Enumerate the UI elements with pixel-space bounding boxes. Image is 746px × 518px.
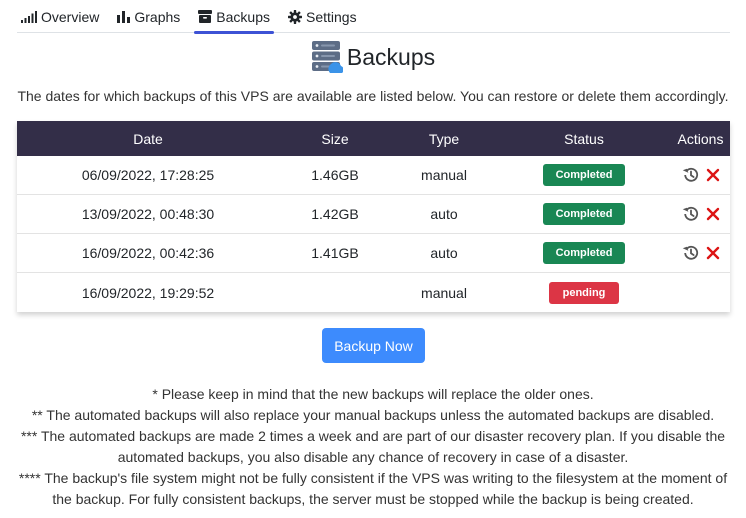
status-badge: Completed: [542, 242, 626, 264]
restore-icon[interactable]: [682, 205, 700, 223]
backup-type: auto: [430, 245, 458, 261]
backup-date: 06/09/2022, 17:28:25: [81, 167, 215, 183]
note-text: *** The automated backups are made 2 tim…: [20, 428, 726, 465]
delete-icon[interactable]: [706, 168, 720, 182]
tab-label: Overview: [41, 8, 100, 25]
table-row: 16/09/2022, 19:29:52 manual pending: [17, 273, 730, 312]
nav-tabs: Overview Graphs Backups Settings: [17, 0, 730, 34]
table-row: 16/09/2022, 00:42:36 1.41GB auto Complet…: [17, 234, 730, 273]
signal-icon: [21, 10, 37, 23]
tab-overview[interactable]: Overview: [17, 0, 103, 33]
tab-backups[interactable]: Backups: [194, 0, 274, 34]
backup-size: 1.42GB: [311, 206, 359, 222]
page-header: Backups: [0, 40, 746, 74]
backup-now-button[interactable]: Backup Now: [322, 328, 425, 363]
table-header: Date Size Type Status Actions: [17, 121, 730, 156]
tab-graphs[interactable]: Graphs: [113, 0, 184, 33]
column-header-actions: Actions: [677, 130, 724, 147]
backup-type: manual: [421, 284, 467, 301]
backups-table: Date Size Type Status Actions 06/09/2022…: [17, 121, 730, 312]
tab-label: Graphs: [134, 8, 181, 25]
column-header-type: Type: [428, 130, 460, 147]
backup-date: 16/09/2022, 00:42:36: [81, 245, 215, 261]
delete-icon[interactable]: [706, 207, 720, 221]
table-row: 13/09/2022, 00:48:30 1.42GB auto Complet…: [17, 195, 730, 234]
backup-type: auto: [430, 206, 458, 222]
column-header-size: Size: [321, 130, 349, 147]
backup-date: 13/09/2022, 00:48:30: [81, 206, 215, 222]
archive-box-icon: [198, 10, 213, 23]
status-badge: pending: [548, 281, 620, 304]
backup-size: 1.46GB: [311, 167, 359, 183]
backup-date: 16/09/2022, 19:29:52: [81, 284, 215, 301]
bar-chart-icon: [117, 10, 131, 23]
server-icon: [311, 41, 343, 73]
note-text: **** The backup's file system might not …: [18, 470, 728, 507]
intro-text: The dates for which backups of this VPS …: [17, 88, 729, 104]
status-badge: Completed: [542, 164, 626, 186]
tab-label: Backups: [216, 8, 270, 25]
status-badge: Completed: [542, 203, 626, 225]
note-text: ** The automated backups will also repla…: [31, 407, 715, 423]
restore-icon[interactable]: [682, 166, 700, 184]
note-text: * Please keep in mind that the new backu…: [152, 386, 594, 402]
backup-type: manual: [421, 167, 467, 183]
tab-settings[interactable]: Settings: [284, 0, 361, 33]
gear-icon: [287, 9, 302, 24]
table-row: 06/09/2022, 17:28:25 1.46GB manual Compl…: [17, 156, 730, 195]
column-header-date: Date: [133, 130, 163, 147]
restore-icon[interactable]: [682, 244, 700, 262]
page-title: Backups: [346, 43, 436, 70]
backup-notes: * Please keep in mind that the new backu…: [10, 384, 736, 510]
delete-icon[interactable]: [706, 246, 720, 260]
backup-size: 1.41GB: [311, 245, 359, 261]
column-header-status: Status: [564, 130, 604, 147]
tab-label: Settings: [305, 8, 357, 25]
